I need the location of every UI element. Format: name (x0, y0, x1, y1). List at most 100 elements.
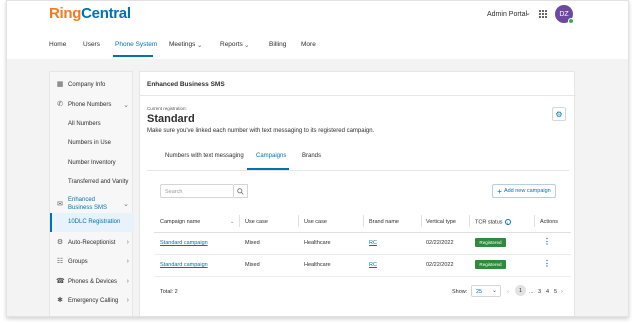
nav-reports[interactable]: Reports (220, 41, 243, 48)
brand-name-link[interactable]: RC (369, 262, 377, 268)
page-3[interactable]: 3 (538, 289, 541, 295)
sort-icon[interactable]: ⌄ (230, 219, 234, 225)
emergency-icon: ✱ (57, 297, 63, 304)
page-1[interactable]: 1 (515, 285, 526, 296)
message-icon: ✉ (57, 201, 63, 208)
app-window: RingCentral Admin Portal ⌄ DZ Home Users… (6, 0, 629, 317)
column-header-campaign-name[interactable]: Campaign name (160, 219, 200, 225)
tab-campaigns[interactable]: Campaigns (256, 153, 286, 159)
brand-name-link[interactable]: RC (369, 240, 377, 246)
registration-description: Make sure you've linked each number with… (147, 128, 375, 134)
column-header-use-case-2[interactable]: Use case (304, 219, 327, 225)
chevron-up-icon: ⌄ (123, 201, 129, 208)
nav-meetings[interactable]: Meetings (169, 41, 195, 48)
previous-page-icon[interactable]: ‹ (507, 289, 509, 295)
row-actions-menu-icon[interactable]: ⋮ (543, 259, 551, 268)
sidebar-item-phone-numbers[interactable]: ✆ Phone Numbers ⌄ (50, 95, 134, 115)
column-separator (421, 215, 422, 227)
groups-icon: ☷ (56, 258, 64, 265)
page-5[interactable]: 5 (554, 289, 557, 295)
vertical-type-cell: 02/22/2022 (426, 262, 454, 268)
settings-button[interactable]: ⚙ (552, 107, 566, 121)
top-header: RingCentral Admin Portal ⌄ DZ Home Users… (7, 1, 628, 59)
page-4[interactable]: 4 (546, 289, 549, 295)
use-case-cell: Mixed (245, 262, 260, 268)
nav-billing[interactable]: Billing (269, 41, 286, 48)
chevron-right-icon: › (126, 258, 129, 265)
use-case-cell: Healthcare (304, 262, 331, 268)
column-separator (363, 215, 364, 227)
search-icon (237, 187, 244, 195)
status-badge: Registered (475, 260, 506, 269)
current-registration-value: Standard (147, 113, 195, 125)
chevron-right-icon: › (126, 239, 129, 246)
column-header-vertical-type[interactable]: Vertical type (426, 219, 456, 225)
page-ellipsis: ... (529, 289, 534, 295)
search-button[interactable] (234, 184, 248, 198)
chevron-right-icon: › (126, 297, 129, 304)
nav-active-indicator (113, 55, 153, 57)
column-header-actions: Actions (540, 219, 559, 225)
devices-icon: ☎ (56, 278, 65, 285)
building-icon: ▦ (56, 81, 64, 88)
row-divider (154, 254, 571, 255)
chevron-down-icon[interactable]: ⌄ (492, 287, 497, 294)
row-actions-menu-icon[interactable]: ⋮ (543, 237, 551, 246)
divider (140, 95, 576, 96)
page-size-label: Show: (452, 289, 468, 295)
chevron-down-icon: ⌄ (123, 102, 129, 109)
divider (147, 170, 569, 171)
sidebar-item-enhanced-business-sms[interactable]: ✉ Enhanced Business SMS ⌄ (50, 193, 134, 215)
sidebar-item-all-numbers[interactable]: All Numbers (50, 115, 134, 134)
ringcentral-logo[interactable]: RingCentral (49, 5, 131, 22)
sidebar-item-phones-devices[interactable]: ☎ Phones & Devices › (50, 272, 134, 292)
admin-portal-menu[interactable]: Admin Portal (487, 11, 527, 18)
gear-icon: ⚙ (555, 109, 563, 119)
sidebar-item-number-inventory[interactable]: Number Inventory (50, 154, 134, 173)
row-divider (154, 276, 571, 277)
column-separator (534, 215, 535, 227)
tab-numbers-with-text-messaging[interactable]: Numbers with text messaging (165, 153, 244, 159)
chevron-right-icon: › (126, 278, 129, 285)
sidebar: ▦ Company Info ✆ Phone Numbers ⌄ All Num… (49, 71, 134, 316)
info-icon[interactable]: i (504, 219, 511, 225)
plus-icon: + (497, 186, 502, 196)
use-case-cell: Mixed (245, 240, 260, 246)
add-new-campaign-button[interactable]: + Add new campaign (492, 184, 556, 198)
nav-phone-system[interactable]: Phone System (115, 41, 157, 48)
sidebar-item-transferred-vanity[interactable]: Transferred and Vanity (50, 173, 134, 192)
current-registration-label: Current registration: (147, 106, 187, 111)
chevron-down-icon[interactable]: ⌄ (525, 9, 531, 17)
nav-more[interactable]: More (301, 41, 316, 48)
auto-receptionist-icon: ⚙ (56, 239, 64, 246)
nav-home[interactable]: Home (49, 41, 66, 48)
sidebar-item-emergency-calling[interactable]: ✱ Emergency Calling › (50, 291, 134, 311)
column-header-brand-name[interactable]: Brand name (369, 219, 399, 225)
search-input[interactable]: Search (160, 184, 234, 198)
tab-brands[interactable]: Brands (302, 153, 321, 159)
column-header-tcr-status[interactable]: TCR status i (475, 219, 511, 225)
main-nav: Home Users Phone System Meetings ⌄ Repor… (7, 35, 628, 57)
table-header-border (154, 232, 571, 233)
column-separator (469, 215, 470, 227)
chevron-down-icon[interactable]: ⌄ (197, 41, 202, 49)
page-title: Enhanced Business SMS (147, 81, 225, 88)
sidebar-item-groups[interactable]: ☷ Groups › (50, 252, 134, 272)
active-indicator (50, 213, 52, 232)
chevron-down-icon[interactable]: ⌄ (244, 41, 249, 49)
sidebar-item-10dlc-registration[interactable]: 10DLC Registration (50, 213, 134, 232)
campaign-name-link[interactable]: Standard campaign (160, 262, 208, 268)
sidebar-item-auto-receptionist[interactable]: ⚙ Auto-Receptionist › (50, 233, 134, 253)
main-content: Enhanced Business SMS Current registrati… (139, 71, 576, 316)
column-header-use-case[interactable]: Use case (245, 219, 268, 225)
total-count: Total: 2 (160, 289, 178, 295)
app-grid-icon[interactable] (539, 10, 547, 18)
column-separator (239, 215, 240, 227)
sidebar-item-company-info[interactable]: ▦ Company Info (50, 75, 134, 95)
next-page-icon[interactable]: › (561, 289, 563, 295)
campaign-name-link[interactable]: Standard campaign (160, 240, 208, 246)
sidebar-item-numbers-in-use[interactable]: Numbers in Use (50, 134, 134, 153)
use-case-cell: Healthcare (304, 240, 331, 246)
nav-users[interactable]: Users (83, 41, 100, 48)
status-badge: Registered (475, 238, 506, 247)
